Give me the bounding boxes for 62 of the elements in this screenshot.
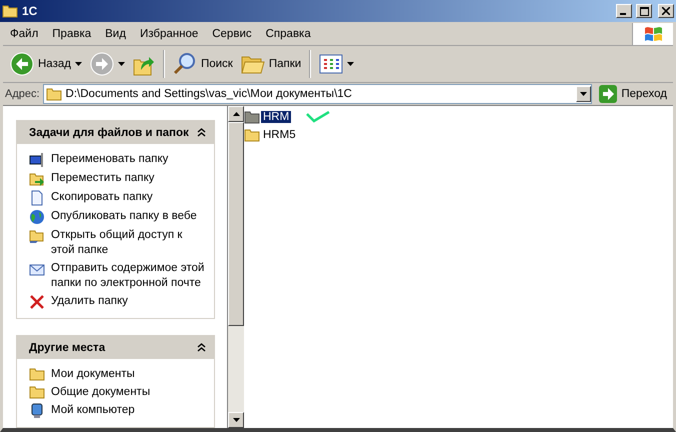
menu-item[interactable]: Файл — [3, 28, 46, 40]
task-link[interactable]: Удалить папку — [51, 294, 208, 309]
search-icon — [172, 52, 197, 76]
search-button[interactable]: Поиск — [170, 50, 236, 78]
task-link[interactable]: Общие документы — [51, 385, 208, 400]
maximize-button[interactable] — [636, 4, 652, 18]
folder-icon — [2, 4, 18, 18]
task-link[interactable]: Переименовать папку — [51, 152, 208, 167]
task-link[interactable]: Отправить содержимое этой папки по электронной почте — [51, 261, 208, 291]
folder-name[interactable]: HRM5 — [261, 129, 298, 141]
rename-icon — [29, 152, 45, 168]
close-button[interactable] — [658, 4, 674, 18]
panel-title: Задачи для файлов и папок — [29, 126, 190, 138]
task-link[interactable]: Мои документы — [51, 367, 208, 382]
shared-folder-icon — [29, 228, 45, 244]
menu-item[interactable]: Правка — [45, 28, 98, 40]
collapse-button[interactable] — [197, 343, 206, 352]
caret-icon — [580, 92, 588, 96]
menu-item[interactable]: Вид — [98, 28, 133, 40]
folder-icon — [29, 385, 45, 399]
window-title: 1C — [22, 4, 38, 18]
folder-icon — [244, 128, 260, 142]
globe-icon — [29, 209, 45, 225]
task-link[interactable]: Открыть общий доступ к этой папке — [51, 228, 208, 258]
dropdown-button[interactable] — [576, 86, 592, 102]
folder-name[interactable]: HRM — [261, 111, 292, 123]
folder-icon — [46, 87, 62, 101]
panel-title: Другие места — [29, 342, 106, 354]
folders-button[interactable]: Папки — [238, 51, 304, 77]
folder-icon — [29, 367, 45, 381]
menu-item[interactable]: Сервис — [205, 28, 259, 40]
task-link[interactable]: Опубликовать папку в вебе — [51, 209, 208, 224]
address-label: Адрес: — [5, 88, 40, 100]
address-field[interactable]: D:\Documents and Settings\vas_vic\Мои документы\1C — [42, 84, 592, 104]
scrollbar[interactable] — [228, 106, 244, 428]
computer-icon — [29, 403, 45, 419]
back-button[interactable]: Назад — [7, 50, 85, 78]
caret-icon — [118, 62, 125, 66]
task-link[interactable]: Скопировать папку — [51, 190, 208, 205]
caret-icon — [347, 62, 354, 66]
down-arrow-icon — [232, 418, 240, 422]
maximize-icon — [640, 6, 648, 16]
close-icon — [662, 7, 670, 15]
task-link[interactable]: Мой компьютер — [51, 403, 208, 418]
menu-item[interactable]: Избранное — [132, 28, 206, 40]
move-icon — [29, 171, 45, 187]
check-mark-icon — [306, 111, 330, 123]
delete-icon — [29, 294, 45, 310]
go-button[interactable]: Переход — [595, 85, 671, 103]
menu-item[interactable]: Справка — [258, 28, 318, 40]
views-icon — [319, 54, 344, 74]
document-icon — [29, 190, 45, 206]
caret-icon — [74, 62, 82, 66]
flag-logo-icon — [643, 24, 663, 42]
scroll-down-button[interactable] — [228, 412, 244, 428]
scroll-thumb[interactable] — [228, 122, 244, 326]
minimize-button[interactable] — [616, 4, 632, 18]
task-link[interactable]: Переместить папку — [51, 171, 208, 186]
scroll-up-button[interactable] — [228, 106, 244, 122]
up-arrow-icon — [232, 112, 240, 116]
collapse-button[interactable] — [197, 128, 206, 137]
folder-icon — [244, 110, 260, 124]
